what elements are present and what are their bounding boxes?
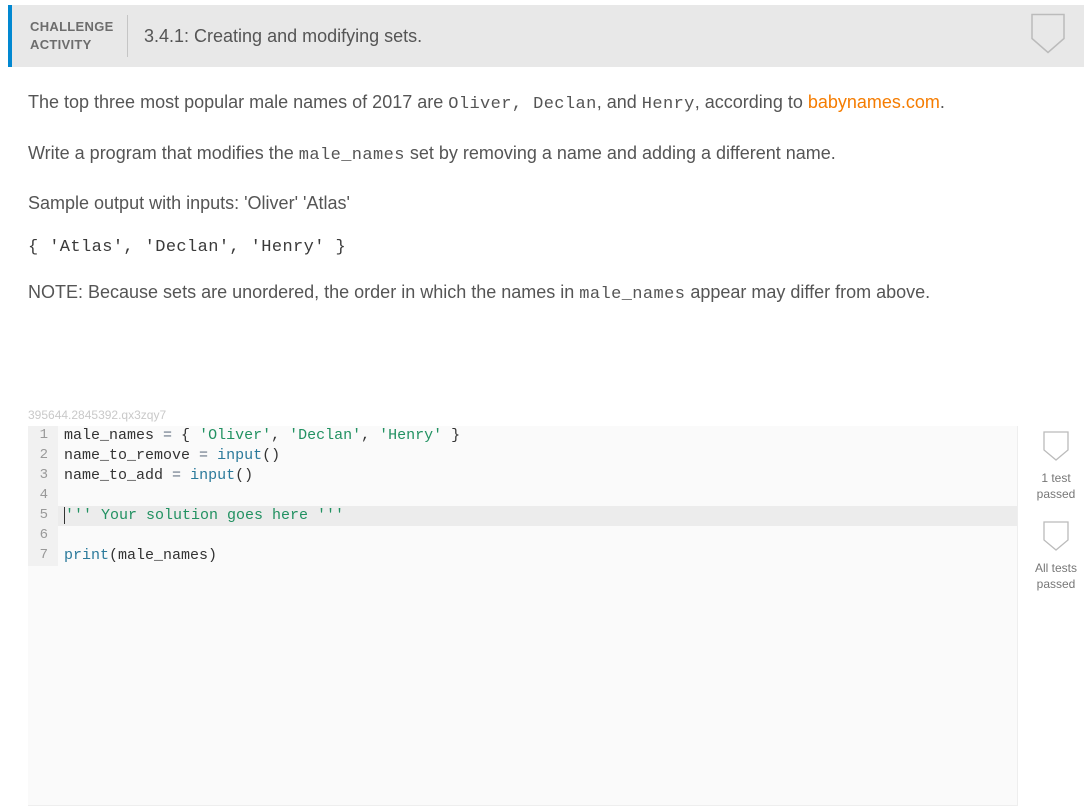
code-line-4[interactable]: 4 xyxy=(28,486,1017,506)
line-code-5[interactable]: ''' Your solution goes here ''' xyxy=(58,506,344,526)
p2-pre: Write a program that modifies the xyxy=(28,143,299,163)
p4-post: appear may differ from above. xyxy=(685,282,930,302)
p1-text: The top three most popular male names of… xyxy=(28,92,448,112)
badge-label: 1 test passed xyxy=(1028,471,1084,502)
watermark: 395644.2845392.qx3zqy7 xyxy=(0,408,1092,422)
header-label: CHALLENGE ACTIVITY xyxy=(12,18,127,53)
p2-post: set by removing a name and adding a diff… xyxy=(405,143,836,163)
description-p1: The top three most popular male names of… xyxy=(28,89,1064,118)
code-line-5[interactable]: 5 ''' Your solution goes here ''' xyxy=(28,506,1017,526)
line-code-7[interactable]: print(male_names) xyxy=(58,546,217,566)
description-section: The top three most popular male names of… xyxy=(0,67,1092,340)
line-number: 3 xyxy=(28,466,58,486)
header-shield-icon xyxy=(1030,13,1066,60)
p1-sep1: , xyxy=(512,95,533,114)
header-label-line1: CHALLENGE xyxy=(30,18,109,36)
code-line-3[interactable]: 3 name_to_add = input() xyxy=(28,466,1017,486)
line-number: 5 xyxy=(28,506,58,526)
description-note: NOTE: Because sets are unordered, the or… xyxy=(28,279,1064,308)
p2-code: male_names xyxy=(299,146,405,165)
code-editor[interactable]: 1 male_names = { 'Oliver', 'Declan', 'He… xyxy=(28,426,1018,806)
line-number: 4 xyxy=(28,486,58,506)
p4-pre: NOTE: Because sets are unordered, the or… xyxy=(28,282,579,302)
line-code-1[interactable]: male_names = { 'Oliver', 'Declan', 'Henr… xyxy=(58,426,460,446)
header-label-line2: ACTIVITY xyxy=(30,36,109,54)
badge-label: All tests passed xyxy=(1028,561,1084,592)
editor-area: 1 male_names = { 'Oliver', 'Declan', 'He… xyxy=(0,426,1092,806)
code-line-1[interactable]: 1 male_names = { 'Oliver', 'Declan', 'He… xyxy=(28,426,1017,446)
code-line-6[interactable]: 6 xyxy=(28,526,1017,546)
code-line-2[interactable]: 2 name_to_remove = input() xyxy=(28,446,1017,466)
shield-icon xyxy=(1042,520,1070,552)
p1-post: , according to xyxy=(695,92,808,112)
header-title: 3.4.1: Creating and modifying sets. xyxy=(128,26,422,47)
sample-output: { 'Atlas', 'Declan', 'Henry' } xyxy=(28,238,1064,257)
description-p2: Write a program that modifies the male_n… xyxy=(28,140,1064,169)
shield-icon xyxy=(1042,430,1070,462)
line-code-2[interactable]: name_to_remove = input() xyxy=(58,446,280,466)
line-number: 6 xyxy=(28,526,58,546)
p4-code: male_names xyxy=(579,285,685,304)
p1-code-declan: Declan xyxy=(533,95,597,114)
challenge-header: CHALLENGE ACTIVITY 3.4.1: Creating and m… xyxy=(8,5,1084,67)
line-number: 2 xyxy=(28,446,58,466)
p1-code-henry: Henry xyxy=(642,95,695,114)
code-line-7[interactable]: 7 print(male_names) xyxy=(28,546,1017,566)
line-number: 7 xyxy=(28,546,58,566)
p1-end: . xyxy=(940,92,945,112)
line-code-6[interactable] xyxy=(58,526,64,546)
sample-label: Sample output with inputs: 'Oliver' 'Atl… xyxy=(28,190,1064,216)
line-code-3[interactable]: name_to_add = input() xyxy=(58,466,253,486)
line-number: 1 xyxy=(28,426,58,446)
test-badges-column: 1 test passed All tests passed xyxy=(1018,426,1084,806)
p1-code-oliver: Oliver xyxy=(448,95,512,114)
all-tests-passed-badge: All tests passed xyxy=(1028,520,1084,592)
p1-sep2: , and xyxy=(597,92,642,112)
line-code-4[interactable] xyxy=(58,486,64,506)
one-test-passed-badge: 1 test passed xyxy=(1028,430,1084,502)
babynames-link[interactable]: babynames.com xyxy=(808,92,940,112)
